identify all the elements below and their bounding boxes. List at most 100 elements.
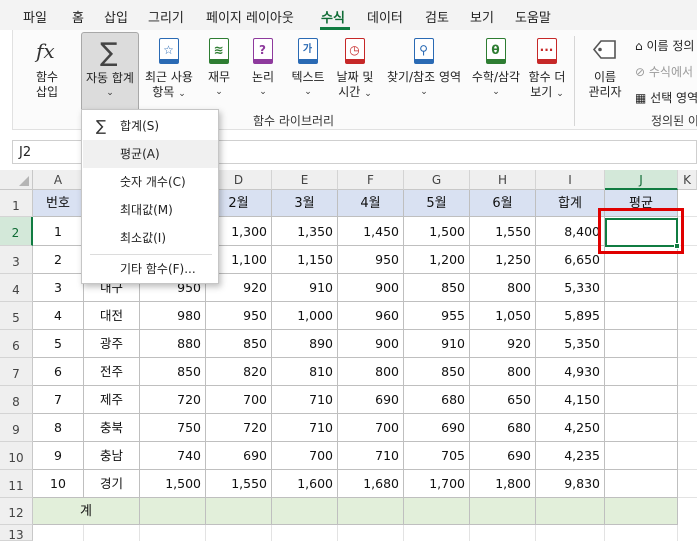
more-functions-button[interactable]: ··· 함수 더 보기 ⌄ [525,32,569,108]
data-cell[interactable]: 880 [140,330,206,358]
data-cell[interactable]: 710 [338,442,404,470]
menu-item-average[interactable]: 평균(A) [83,140,218,168]
header-cell[interactable]: 5월 [404,190,470,217]
column-header-h[interactable]: H [470,170,536,190]
tab-file[interactable]: 파일 [23,7,47,26]
data-cell[interactable] [605,386,678,414]
math-trig-button[interactable]: θ 수학/삼각 ⌄ [469,32,523,108]
data-cell[interactable] [605,442,678,470]
data-cell[interactable]: 5,330 [536,274,605,302]
data-cell[interactable]: 800 [470,358,536,386]
data-cell[interactable]: 710 [272,414,338,442]
row-header-12[interactable]: 12 [0,498,33,525]
cell[interactable] [678,442,697,470]
data-cell[interactable]: 810 [272,358,338,386]
cell[interactable] [272,525,338,541]
tab-review[interactable]: 검토 [425,7,449,26]
data-cell[interactable]: 충남 [84,442,140,470]
data-cell[interactable] [605,274,678,302]
data-cell[interactable]: 8,400 [536,217,605,246]
cell[interactable] [140,525,206,541]
row-header-8[interactable]: 8 [0,386,33,414]
tab-insert[interactable]: 삽입 [104,7,128,26]
menu-item-more-functions[interactable]: 기타 함수(F)... [83,255,218,283]
cell[interactable] [404,525,470,541]
data-cell[interactable]: 4,250 [536,414,605,442]
data-cell[interactable]: 대전 [84,302,140,330]
data-cell[interactable]: 5,350 [536,330,605,358]
logical-button[interactable]: ? 논리 ⌄ [245,32,281,108]
row-header-6[interactable]: 6 [0,330,33,358]
lookup-reference-button[interactable]: ⚲ 찾기/참조 영역 ⌄ [379,32,469,108]
total-cell[interactable] [140,498,206,525]
row-header-5[interactable]: 5 [0,302,33,330]
autosum-button[interactable]: ∑ 자동 합계 ⌄ [81,32,139,112]
select-all-corner[interactable] [0,170,33,190]
data-cell[interactable]: 1,250 [470,246,536,274]
data-cell[interactable]: 890 [272,330,338,358]
data-cell[interactable]: 4 [33,302,84,330]
menu-item-max[interactable]: 최대값(M) [83,196,218,224]
data-cell[interactable] [605,414,678,442]
header-cell[interactable]: 3월 [272,190,338,217]
column-header-f[interactable]: F [338,170,404,190]
data-cell[interactable] [605,302,678,330]
menu-item-sum[interactable]: ∑ 합계(S) [83,112,218,140]
row-header-7[interactable]: 7 [0,358,33,386]
data-cell[interactable] [605,470,678,498]
data-cell[interactable]: 800 [470,274,536,302]
cell[interactable] [678,386,697,414]
insert-function-button[interactable]: fx 함수 삽입 [25,32,69,108]
data-cell[interactable]: 6 [33,358,84,386]
datetime-button[interactable]: ◷ 날짜 및 시간 ⌄ [333,32,377,108]
header-cell[interactable]: 합계 [536,190,605,217]
data-cell[interactable]: 1,500 [404,217,470,246]
total-cell[interactable] [206,498,272,525]
cell[interactable] [678,330,697,358]
column-header-e[interactable]: E [272,170,338,190]
data-cell[interactable]: 4,235 [536,442,605,470]
total-label-cell[interactable]: 계 [33,498,140,525]
create-from-selection-button[interactable]: ▦ 선택 영역 [635,89,697,106]
row-header-2[interactable]: 2 [0,217,33,246]
row-header-11[interactable]: 11 [0,470,33,498]
data-cell[interactable]: 690 [206,442,272,470]
total-cell[interactable] [272,498,338,525]
data-cell[interactable]: 1,000 [272,302,338,330]
cell[interactable] [678,358,697,386]
row-header-3[interactable]: 3 [0,246,33,274]
menu-item-count[interactable]: 숫자 개수(C) [83,168,218,196]
row-header-13[interactable]: 13 [0,525,33,542]
cell[interactable] [338,525,404,541]
data-cell[interactable]: 5,895 [536,302,605,330]
tab-draw[interactable]: 그리기 [148,7,184,26]
data-cell[interactable]: 1,200 [404,246,470,274]
data-cell[interactable]: 경기 [84,470,140,498]
data-cell[interactable]: 980 [140,302,206,330]
tab-view[interactable]: 보기 [470,7,494,26]
data-cell[interactable]: 950 [338,246,404,274]
cell[interactable] [678,414,697,442]
data-cell[interactable]: 1,550 [206,470,272,498]
data-cell[interactable]: 제주 [84,386,140,414]
data-cell[interactable]: 750 [140,414,206,442]
data-cell[interactable]: 9 [33,442,84,470]
header-cell[interactable]: 6월 [470,190,536,217]
data-cell[interactable]: 전주 [84,358,140,386]
data-cell[interactable]: 720 [206,414,272,442]
data-cell[interactable]: 705 [404,442,470,470]
cell[interactable] [678,470,697,498]
column-header-a[interactable]: A [33,170,84,190]
data-cell[interactable]: 5 [33,330,84,358]
header-cell[interactable]: 번호 [33,190,84,217]
data-cell[interactable]: 850 [206,330,272,358]
data-cell[interactable]: 700 [206,386,272,414]
total-cell[interactable] [338,498,404,525]
data-cell[interactable] [605,330,678,358]
cell[interactable] [678,302,697,330]
column-header-j[interactable]: J [605,170,678,190]
define-name-button[interactable]: ⌂ 이름 정의 [635,37,694,54]
data-cell[interactable]: 1 [33,217,84,246]
data-cell[interactable]: 3 [33,274,84,302]
data-cell[interactable]: 1,150 [272,246,338,274]
